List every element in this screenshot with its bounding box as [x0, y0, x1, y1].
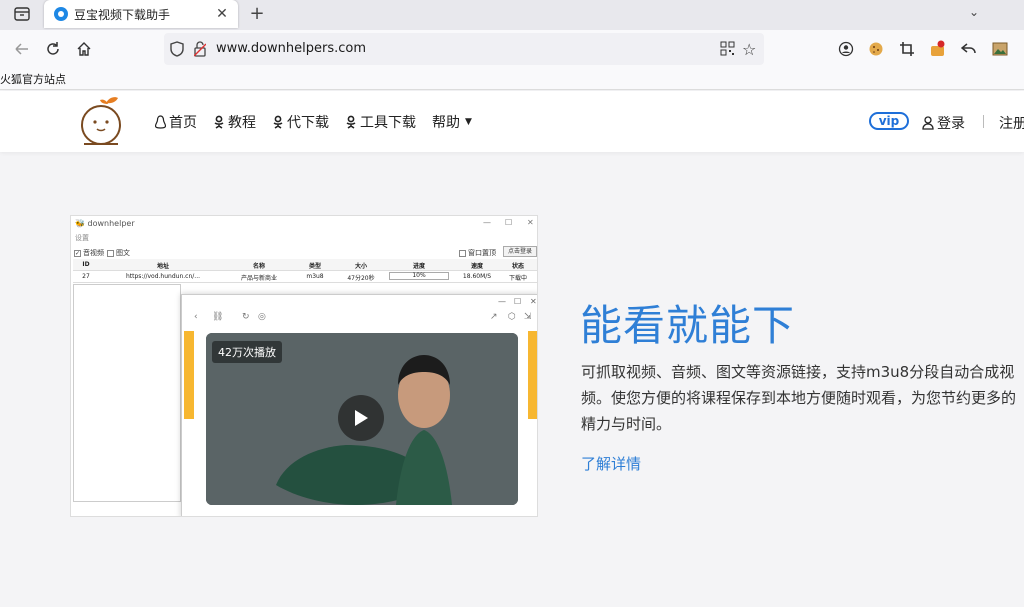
- login-label: 登录: [937, 116, 965, 132]
- active-tab[interactable]: 豆宝视频下载助手 ✕: [44, 0, 238, 28]
- orange-strip-left: [184, 331, 194, 419]
- app-left-panel: [73, 284, 181, 502]
- back-icon[interactable]: [12, 39, 32, 59]
- top-checkbox: 窗口置顶: [459, 248, 496, 258]
- tab-close-icon[interactable]: ✕: [212, 6, 232, 22]
- cookie-icon[interactable]: [866, 39, 886, 59]
- table-header-row: ID 地址 名称 类型 大小 进度 速度 状态: [73, 259, 537, 271]
- undo-icon[interactable]: [959, 39, 979, 59]
- close-icon: ✕: [530, 297, 537, 306]
- video-checkbox: ✓ 音视频: [74, 249, 104, 257]
- table-row: 27 https://vod.hundun.cn/... 产品与新商业 m3u8…: [73, 271, 537, 283]
- tab-bar: 豆宝视频下载助手 ✕ + ⌄: [0, 0, 1024, 30]
- penguin-icon: [154, 115, 166, 129]
- menu-item-label: 工具下载: [360, 115, 416, 131]
- close-icon: ✕: [527, 218, 534, 227]
- url-text[interactable]: www.downhelpers.com: [216, 41, 366, 56]
- bookmarks-toolbar: 火狐官方站点: [0, 68, 1024, 90]
- menu-item-help[interactable]: 帮助 ▼: [432, 112, 472, 132]
- register-link[interactable]: 注册: [999, 113, 1024, 133]
- cube-icon: ⬡: [508, 312, 516, 322]
- odnoklassniki-icon: [345, 115, 357, 129]
- home-icon[interactable]: [74, 39, 94, 59]
- list-all-tabs-icon[interactable]: ⌄: [964, 5, 984, 23]
- menu-item-home[interactable]: 首页: [154, 112, 197, 132]
- bookmark-item[interactable]: 火狐官方站点: [0, 71, 66, 87]
- main-menu: 首页 教程 代下载 工具下载 帮助 ▼: [154, 112, 488, 132]
- crop-icon[interactable]: [897, 39, 917, 59]
- qr-code-icon[interactable]: [720, 41, 735, 60]
- menu-item-proxy-download[interactable]: 代下载: [272, 112, 329, 132]
- hero-title: 能看就能下: [580, 301, 796, 350]
- odnoklassniki-icon: [213, 115, 225, 129]
- menu-item-label: 代下载: [287, 115, 329, 131]
- play-icon: [338, 395, 384, 441]
- app-menu: 设置: [75, 234, 89, 242]
- maximize-icon: ☐: [514, 297, 522, 306]
- vip-badge[interactable]: vip: [869, 112, 909, 130]
- lock-broken-icon[interactable]: [193, 41, 207, 61]
- shield-icon[interactable]: [170, 41, 184, 61]
- menu-item-label: 首页: [169, 115, 197, 131]
- link-icon: ⛓: [212, 312, 224, 322]
- new-tab-button[interactable]: +: [246, 3, 268, 25]
- view-count-badge: 42万次播放: [212, 341, 282, 363]
- app-login-button: 点击登录: [503, 246, 537, 257]
- tab-list-icon[interactable]: [12, 5, 32, 23]
- login-link[interactable]: 登录: [922, 113, 965, 133]
- minimize-icon: —: [483, 218, 491, 227]
- globe-icon: ◎: [258, 312, 266, 322]
- image-checkbox: 图文: [107, 248, 130, 258]
- tab-title: 豆宝视频下载助手: [74, 7, 171, 22]
- share-icon: ↗: [490, 312, 498, 322]
- minimize-icon: —: [498, 297, 506, 306]
- browser-preview-window: — ☐ ✕ ‹ ⛓ ↻ ◎ ↗ ⬡ ⇲ 42万次播放: [181, 294, 537, 516]
- star-icon[interactable]: ☆: [742, 40, 756, 59]
- export-icon: ⇲: [524, 312, 532, 322]
- site-logo[interactable]: [78, 95, 128, 149]
- picture-icon[interactable]: [990, 39, 1010, 59]
- navigation-toolbar: www.downhelpers.com ☆: [0, 30, 1024, 68]
- app-screenshot: 🐝 downhelper — ☐ ✕ 设置 ✓ 音视频 图文 窗口置顶 点击登录 …: [70, 215, 538, 517]
- user-icon: [922, 116, 934, 130]
- menu-item-label: 教程: [228, 115, 256, 131]
- reload-icon: ↻: [242, 312, 250, 322]
- app-table: ID 地址 名称 类型 大小 进度 速度 状态 27 https://vod.h…: [73, 259, 537, 283]
- extension-icon[interactable]: [928, 39, 948, 59]
- site-header: 首页 教程 代下载 工具下载 帮助 ▼ vip 登录 注册: [0, 91, 1024, 152]
- browser-chrome: 豆宝视频下载助手 ✕ + ⌄ www.downhelpers.com ☆ 火狐官…: [0, 0, 1024, 90]
- menu-item-tool-download[interactable]: 工具下载: [345, 112, 416, 132]
- url-bar[interactable]: www.downhelpers.com ☆: [164, 33, 764, 65]
- orange-strip-right: [528, 331, 537, 419]
- menu-item-label: 帮助: [432, 115, 460, 131]
- site-favicon-icon: [54, 7, 68, 21]
- menu-item-tutorial[interactable]: 教程: [213, 112, 256, 132]
- maximize-icon: ☐: [505, 218, 513, 227]
- learn-more-link[interactable]: 了解详情: [581, 453, 641, 474]
- app-title: 🐝 downhelper: [75, 219, 135, 228]
- reload-icon[interactable]: [43, 39, 63, 59]
- video-player: 42万次播放: [206, 333, 518, 505]
- account-icon[interactable]: [836, 39, 856, 59]
- odnoklassniki-icon: [272, 115, 284, 129]
- back-icon: ‹: [194, 312, 198, 322]
- caret-down-icon: ▼: [465, 117, 472, 127]
- header-divider: [983, 115, 984, 128]
- hero-description: 可抓取视频、音频、图文等资源链接，支持m3u8分段自动合成视频。使您方便的将课程…: [581, 363, 1017, 433]
